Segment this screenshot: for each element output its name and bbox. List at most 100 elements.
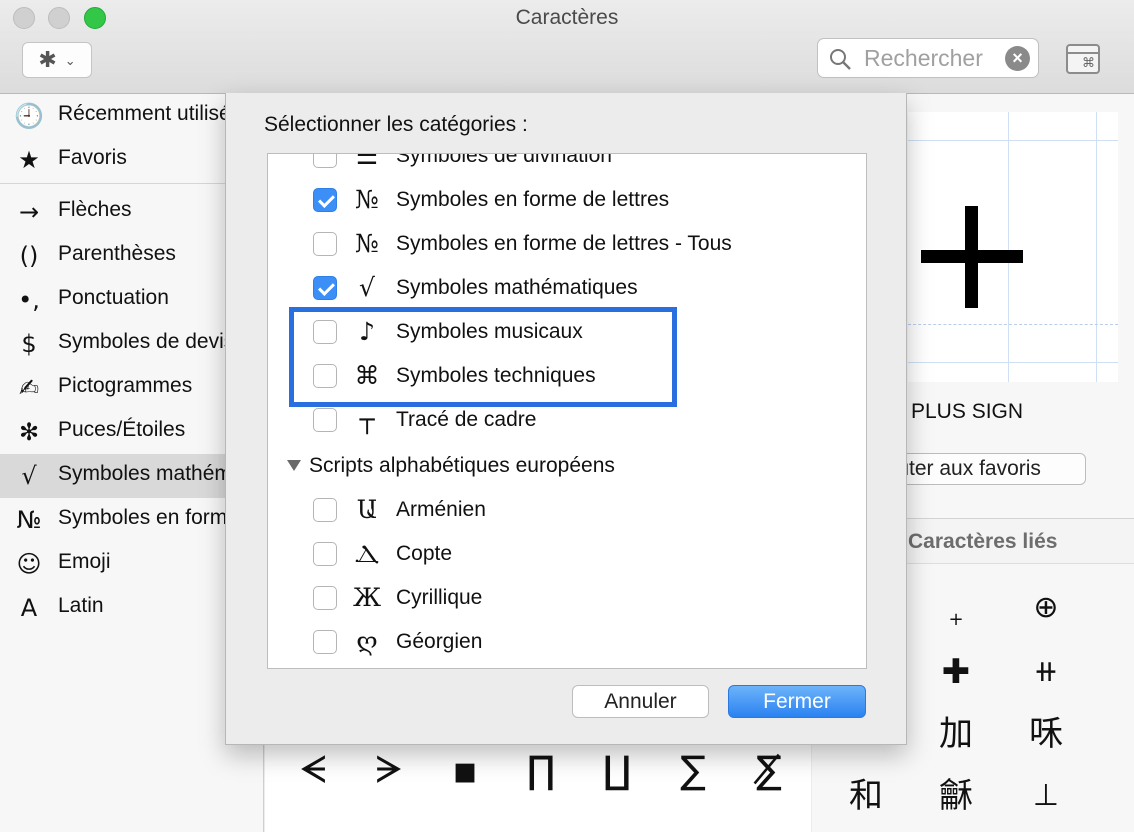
related-character-cell[interactable]: ⊥ <box>1002 766 1090 826</box>
character-cell[interactable]: ∑̸ <box>731 742 807 798</box>
category-label: Symboles musicaux <box>396 320 583 343</box>
search-field[interactable]: × <box>817 38 1039 78</box>
sidebar-item-label: Ponctuation <box>58 286 169 309</box>
related-character-cell[interactable]: ✚ <box>912 642 1000 702</box>
emoji-icon: ☺ <box>16 550 42 578</box>
copte-icon: Ⲇ <box>354 539 380 568</box>
favoris-icon: ★ <box>18 146 40 174</box>
action-menu-button[interactable]: ✱ ⌄ <box>22 42 92 78</box>
character-cell[interactable]: ᗕ <box>275 742 351 798</box>
symboles-en-forme-de-lettres-tous-icon: № <box>355 229 379 258</box>
symboles-musicaux-icon: ♪ <box>359 317 375 346</box>
symboles-de-divination-icon: ☰ <box>355 153 379 170</box>
category-checkbox[interactable] <box>313 276 337 300</box>
search-icon <box>830 49 851 70</box>
category-checkbox[interactable] <box>313 586 337 610</box>
character-cell[interactable]: ▪ <box>427 742 503 798</box>
cancel-button[interactable]: Annuler <box>572 685 709 718</box>
category-row-symboles-de-divination[interactable]: ☰ Symboles de divination <box>268 153 866 178</box>
category-row-symboles-en-forme-de-lettres[interactable]: № Symboles en forme de lettres <box>268 178 866 222</box>
category-checkbox[interactable] <box>313 188 337 212</box>
related-character-cell[interactable]: ⧺ <box>1002 642 1090 702</box>
symboles-de-devise-icon: $ <box>21 330 37 358</box>
category-checkbox[interactable] <box>313 232 337 256</box>
category-label: Symboles techniques <box>396 364 596 387</box>
category-label: Symboles mathématiques <box>396 276 638 299</box>
sidebar-item-label: Parenthèses <box>58 242 176 265</box>
category-checkbox[interactable] <box>313 154 337 168</box>
georgien-icon: ღ <box>356 627 378 656</box>
category-label: Symboles de divination <box>396 153 612 167</box>
close-button[interactable]: Fermer <box>728 685 866 718</box>
gear-icon: ✱ <box>38 47 57 72</box>
sidebar-item-label: Latin <box>58 594 104 617</box>
category-checkbox[interactable] <box>313 364 337 388</box>
related-character-cell[interactable]: ⊕ <box>1002 578 1090 638</box>
pictogrammes-icon: ✍ <box>18 374 40 402</box>
category-row-armenien[interactable]: Ա Arménien <box>268 488 866 532</box>
symboles-mathematiques-icon: √ <box>21 462 37 490</box>
category-row-georgien[interactable]: ღ Géorgien <box>268 620 866 664</box>
ponctuation-icon: •, <box>18 286 40 314</box>
character-cell[interactable]: ∑ <box>655 742 731 798</box>
category-row-symboles-techniques[interactable]: ⌘ Symboles techniques <box>268 354 866 398</box>
category-label: Cyrillique <box>396 586 483 609</box>
category-checkbox[interactable] <box>313 320 337 344</box>
sidebar-item-label: Emoji <box>58 550 111 573</box>
trace-de-cadre-icon: ┬ <box>359 405 375 434</box>
category-checkbox[interactable] <box>313 542 337 566</box>
search-input[interactable] <box>864 43 1004 73</box>
latin-icon: A <box>20 594 38 622</box>
sidebar-item-label: Récemment utilisés <box>58 102 242 125</box>
category-label: Symboles en forme de lettres - Tous <box>396 232 732 255</box>
character-viewer-toggle-button[interactable]: ⌘ <box>1066 44 1100 74</box>
category-label: Symboles en forme de lettres <box>396 188 670 211</box>
related-character-cell[interactable]: 和 <box>822 766 910 826</box>
parentheses-icon: () <box>19 242 39 270</box>
category-row-copte[interactable]: Ⲇ Copte <box>268 532 866 576</box>
select-categories-sheet: Sélectionner les catégories : ☰ Symboles … <box>225 93 907 745</box>
symboles-en-forme-de-lettres-icon: № <box>355 185 379 214</box>
related-character-cell[interactable]: 龢 <box>912 766 1000 826</box>
related-character-cell[interactable]: 咊 <box>1002 704 1090 764</box>
window-title: Caractères <box>515 6 619 29</box>
cyrillique-icon: Ж <box>352 583 382 612</box>
category-row-cyrillique[interactable]: Ж Cyrillique <box>268 576 866 620</box>
category-checkbox[interactable] <box>313 498 337 522</box>
sidebar-item-label: Favoris <box>58 146 127 169</box>
related-character-cell[interactable]: + <box>912 590 1000 650</box>
sidebar-item-label: Puces/Étoiles <box>58 418 186 441</box>
title-bar: Caractères ✱ ⌄ × ⌘ <box>0 0 1134 94</box>
fleches-icon: → <box>18 198 40 226</box>
category-checkbox[interactable] <box>313 630 337 654</box>
category-row-symboles-musicaux[interactable]: ♪ Symboles musicaux <box>268 310 866 354</box>
category-label: Copte <box>396 542 453 565</box>
clear-search-icon[interactable]: × <box>1005 46 1030 71</box>
sidebar-item-label: Flèches <box>58 198 132 221</box>
category-checkbox[interactable] <box>313 408 337 432</box>
disclosure-triangle-icon[interactable] <box>287 460 301 471</box>
plus-sign-glyph <box>921 206 1023 308</box>
sidebar-item-label: Pictogrammes <box>58 374 193 397</box>
character-cell[interactable]: ∏ <box>503 742 579 798</box>
recemment-utilises-icon: 🕘 <box>14 102 44 130</box>
chevron-down-icon: ⌄ <box>64 52 76 68</box>
command-key-icon: ⌘ <box>1082 55 1095 70</box>
category-row-trace-de-cadre[interactable]: ┬ Tracé de cadre <box>268 398 866 442</box>
symboles-techniques-icon: ⌘ <box>354 361 380 390</box>
category-row-symboles-en-forme-de-lettres-tous[interactable]: № Symboles en forme de lettres - Tous <box>268 222 866 266</box>
category-label: Arménien <box>396 498 486 521</box>
group-header-scripts-alphabetiques-europeens[interactable]: Scripts alphabétiques européens <box>268 446 866 486</box>
category-row-symboles-mathematiques[interactable]: √ Symboles mathématiques <box>268 266 866 310</box>
puces-etoiles-icon: ✻ <box>18 418 40 446</box>
related-character-cell[interactable]: 加 <box>912 704 1000 764</box>
character-cell[interactable]: ᗒ <box>351 742 427 798</box>
character-cell[interactable]: ∐ <box>579 742 655 798</box>
category-list[interactable]: ☰ Symboles de divination № Symboles en form… <box>267 153 867 669</box>
character-name: PLUS SIGN <box>911 400 1024 423</box>
symboles-mathematiques-icon: √ <box>359 273 375 302</box>
category-label: Géorgien <box>396 630 483 653</box>
category-label: Tracé de cadre <box>396 408 537 431</box>
symboles-en-forme-de-lettres-icon: № <box>16 506 42 534</box>
armenien-icon: Ա <box>356 495 378 524</box>
